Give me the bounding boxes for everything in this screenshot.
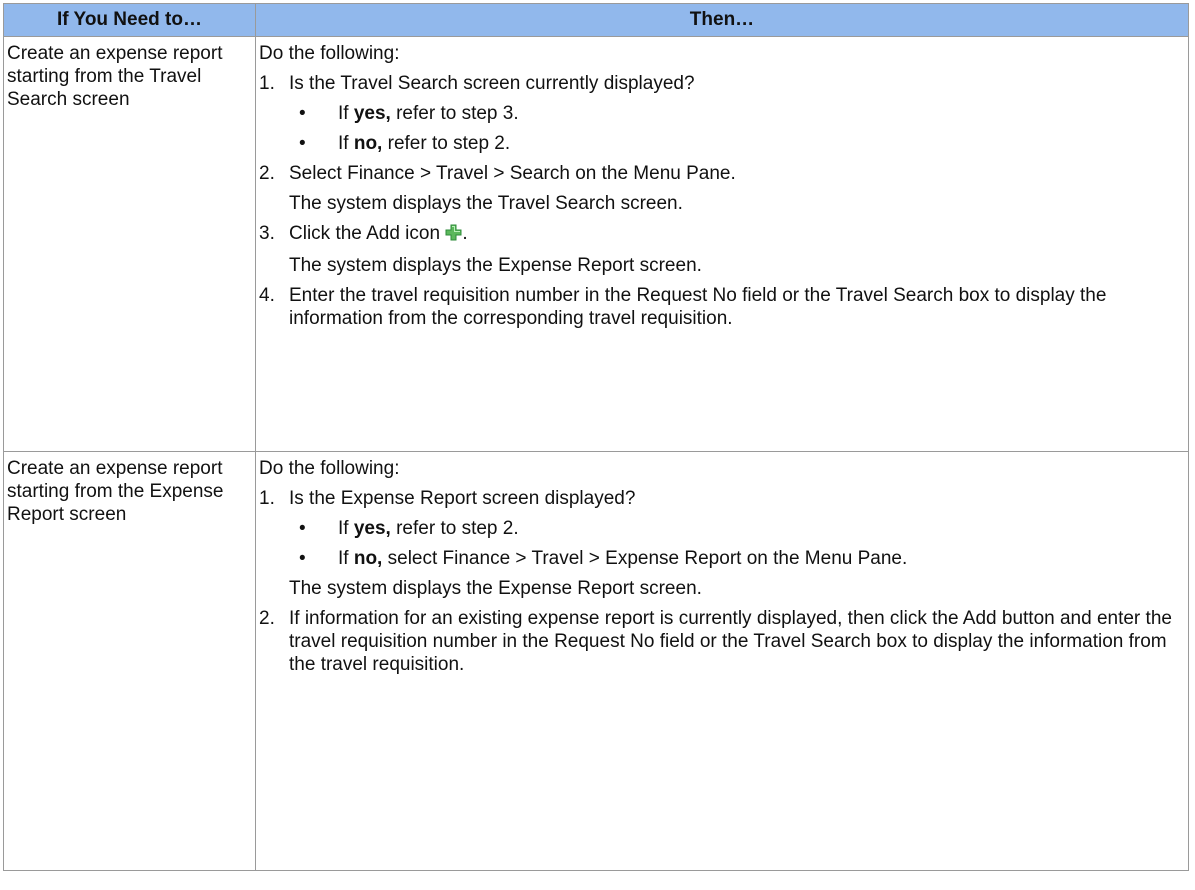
step-3: 3. Click the Add icon . <box>259 222 1182 247</box>
step-number: 2. <box>259 608 275 629</box>
step-note: The system displays the Expense Report s… <box>289 578 702 599</box>
bullet-bold: no, <box>353 548 383 569</box>
bullet-text: If <box>338 548 354 569</box>
bullet-bold: yes, <box>353 518 391 539</box>
step-note: The system displays the Travel Search sc… <box>289 193 683 214</box>
procedure-table: If You Need to… Then… Create an expense … <box>3 3 1189 871</box>
bullet-bold: no, <box>353 133 383 154</box>
bullet-text: refer to step 2. <box>390 518 519 539</box>
bullet-text: If <box>338 518 354 539</box>
bullet-icon: • <box>299 548 306 569</box>
bullet-bold: yes, <box>353 103 391 124</box>
table-row: Create an expense report starting from t… <box>3 451 1189 871</box>
then-cell: Do the following: 1. Is the Travel Searc… <box>255 36 1189 452</box>
step-text: . <box>462 223 468 244</box>
step-number: 4. <box>259 285 275 306</box>
step-text: Is the Travel Search screen currently di… <box>289 73 695 94</box>
bullet-text: select Finance > Travel > Expense Report… <box>382 548 908 569</box>
step-number: 3. <box>259 223 275 244</box>
bullet-no: • If no, refer to step 2. <box>289 132 1182 155</box>
bullet-text: refer to step 2. <box>382 133 511 154</box>
step-text: If information for an existing expense r… <box>289 608 1172 675</box>
step-text: Select Finance > Travel > Search on the … <box>289 163 736 184</box>
step-text: Enter the travel requisition number in t… <box>289 285 1107 329</box>
header-if-you-need-to: If You Need to… <box>3 3 256 37</box>
step-1: 1. Is the Expense Report screen displaye… <box>259 487 1182 510</box>
bullet-yes: • If yes, refer to step 3. <box>289 102 1182 125</box>
header-then: Then… <box>255 3 1189 37</box>
bullet-yes: • If yes, refer to step 2. <box>289 517 1182 540</box>
step-number: 1. <box>259 488 275 509</box>
header-row: If You Need to… Then… <box>3 3 1189 37</box>
step-note: The system displays the Expense Report s… <box>289 255 702 276</box>
step-text: Click the Add icon <box>289 223 446 244</box>
intro-text: Do the following: <box>259 43 400 64</box>
bullet-icon: • <box>299 133 306 154</box>
bullet-icon: • <box>299 103 306 124</box>
step-text: Is the Expense Report screen displayed? <box>289 488 636 509</box>
table-row: Create an expense report starting from t… <box>3 36 1189 452</box>
need-cell: Create an expense report starting from t… <box>3 36 256 452</box>
step-1: 1. Is the Travel Search screen currently… <box>259 72 1182 95</box>
bullet-text: If <box>338 103 354 124</box>
step-2: 2. Select Finance > Travel > Search on t… <box>259 162 1182 185</box>
bullet-text: If <box>338 133 354 154</box>
step-number: 1. <box>259 73 275 94</box>
step-number: 2. <box>259 163 275 184</box>
bullet-icon: • <box>299 518 306 539</box>
step-4: 4. Enter the travel requisition number i… <box>259 284 1182 330</box>
need-cell: Create an expense report starting from t… <box>3 451 256 871</box>
step-2: 2. If information for an existing expens… <box>259 607 1182 676</box>
then-cell: Do the following: 1. Is the Expense Repo… <box>255 451 1189 871</box>
intro-text: Do the following: <box>259 458 400 479</box>
add-plus-icon <box>445 224 462 247</box>
bullet-no: • If no, select Finance > Travel > Expen… <box>289 547 1182 570</box>
bullet-text: refer to step 3. <box>390 103 519 124</box>
